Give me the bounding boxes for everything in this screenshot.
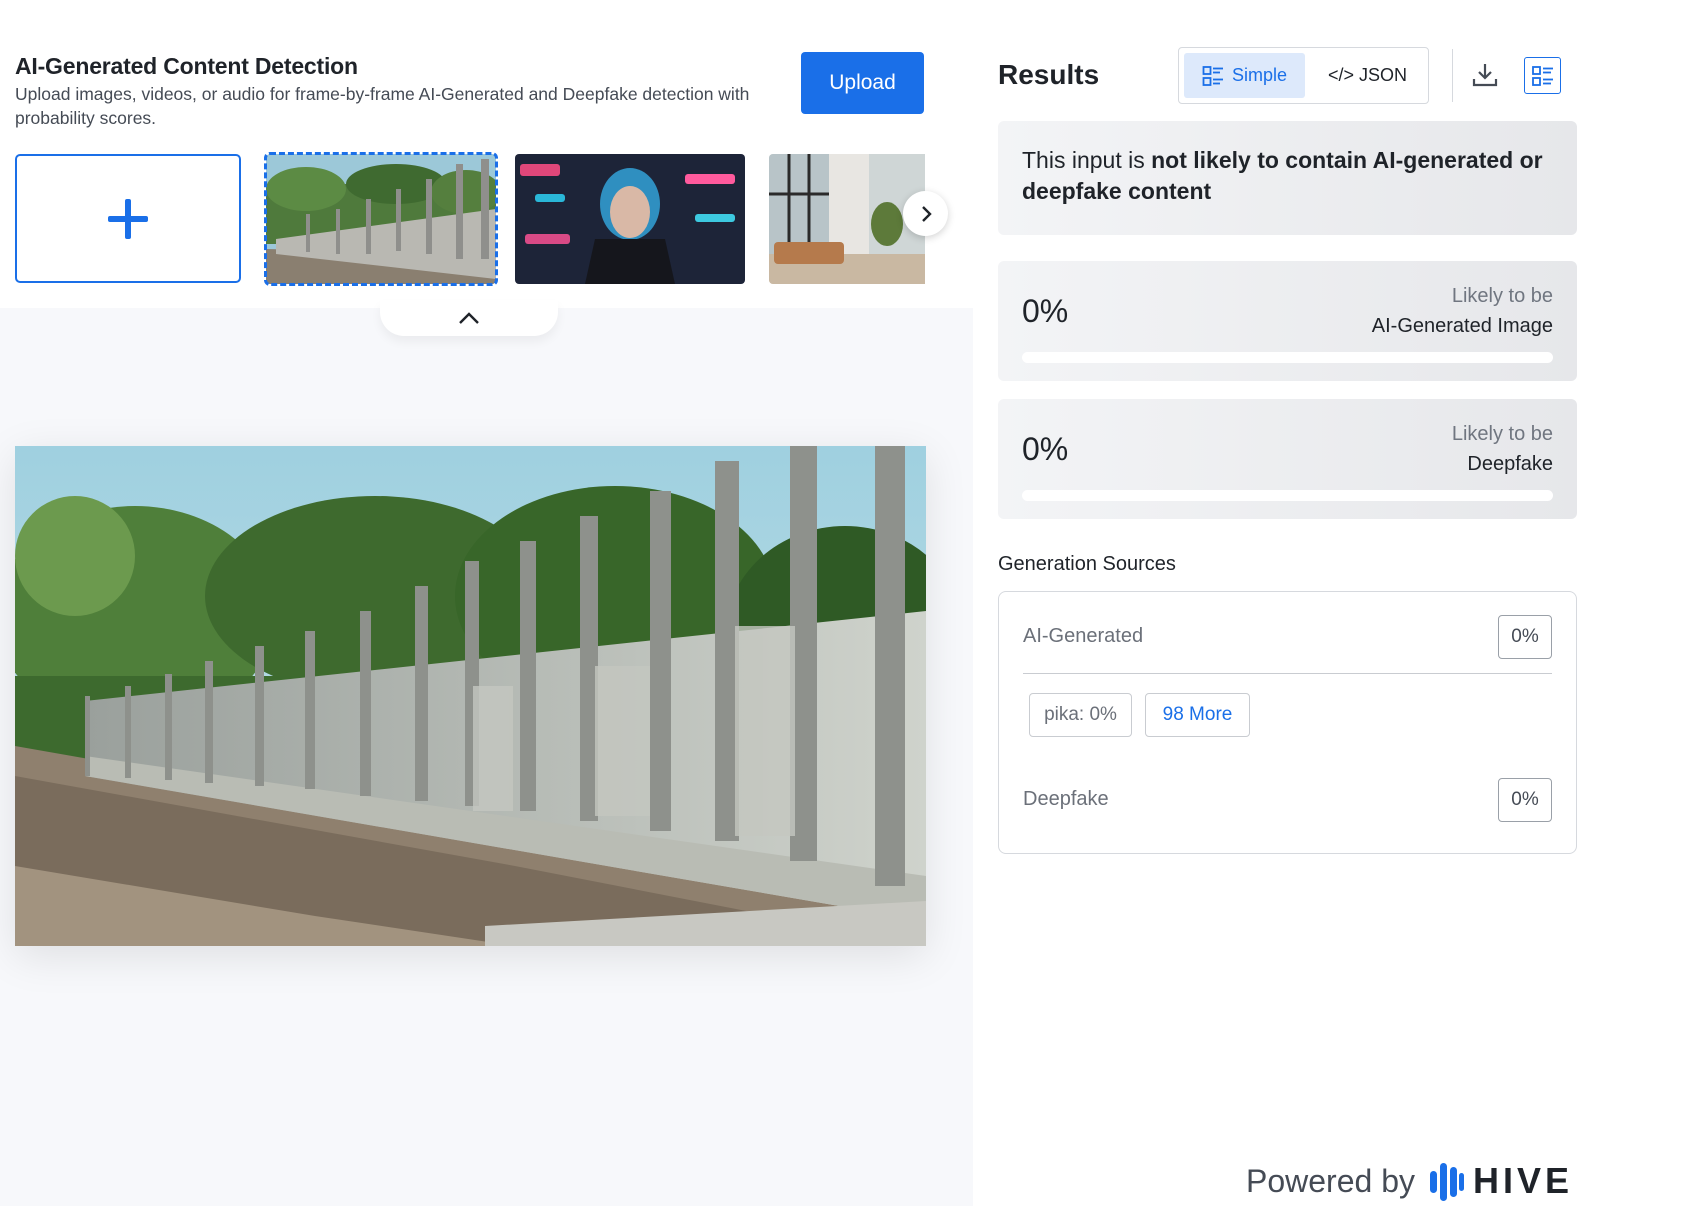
collapse-strip-button[interactable] — [380, 300, 558, 336]
media-preview — [15, 446, 926, 946]
fence-thumbnail-image — [266, 154, 496, 284]
more-sources-chip[interactable]: 98 More — [1145, 693, 1250, 737]
page-title: AI-Generated Content Detection — [15, 53, 358, 79]
ai-generated-score-label: Likely to be AI-Generated Image — [1372, 281, 1553, 341]
plus-icon — [108, 198, 148, 239]
view-mode-toggle: Simple </> JSON — [1178, 47, 1429, 104]
deepfake-label-top: Likely to be — [1451, 423, 1553, 445]
hive-logo[interactable]: HIVE — [1429, 1160, 1573, 1202]
deepfake-score-value: 0% — [1022, 431, 1069, 467]
source-chip-pika[interactable]: pika: 0% — [1029, 693, 1132, 737]
page-subtitle: Upload images, videos, or audio for fram… — [15, 84, 750, 128]
list-icon — [1202, 65, 1223, 86]
verdict-prefix: This input is — [1022, 147, 1152, 173]
deepfake-label-bottom: Deepfake — [1467, 453, 1553, 475]
deepfake-score-card: 0% Likely to be Deepfake — [998, 399, 1577, 519]
thumbnail-living-room[interactable] — [769, 154, 925, 284]
download-icon — [1472, 64, 1498, 87]
living-room-thumbnail-image — [769, 154, 925, 284]
view-json-label: </> JSON — [1327, 65, 1408, 85]
deepfake-score-label: Likely to be Deepfake — [1452, 419, 1553, 479]
ai-generated-source-label: AI-Generated — [1023, 625, 1144, 647]
layout-toggle-button[interactable] — [1524, 57, 1561, 94]
view-simple-label: Simple — [1231, 65, 1288, 85]
toolbar-divider — [1452, 49, 1453, 102]
ai-generated-source-value: 0% — [1498, 615, 1552, 659]
thumbnail-strip — [15, 152, 925, 286]
ai-generated-label-bottom: AI-Generated Image — [1371, 315, 1553, 337]
deepfake-progress-track — [1022, 490, 1553, 501]
hive-logo-icon — [1429, 1163, 1464, 1201]
ai-generated-progress-track — [1022, 352, 1553, 363]
upload-button[interactable]: Upload — [801, 52, 924, 114]
generation-divider — [1023, 673, 1552, 674]
deepfake-source-label: Deepfake — [1023, 788, 1109, 810]
left-pane: AI-Generated Content Detection Upload im… — [0, 0, 973, 1206]
hive-wordmark: HIVE — [1472, 1160, 1574, 1201]
results-title: Results — [998, 59, 1100, 90]
thumbnail-next-button[interactable] — [903, 191, 948, 236]
ai-generated-label-top: Likely to be — [1451, 285, 1553, 307]
view-json-button[interactable]: </> JSON — [1311, 53, 1424, 98]
layout-icon — [1531, 65, 1553, 86]
powered-by-text: Powered by — [1246, 1162, 1415, 1199]
deepfake-source-value: 0% — [1498, 778, 1552, 822]
download-button[interactable] — [1470, 57, 1500, 93]
powered-by-footer: Powered by HIVE — [1246, 1160, 1573, 1202]
thumbnail-fence[interactable] — [264, 152, 498, 286]
thumbnail-cyberpunk[interactable] — [515, 154, 745, 284]
generation-sources-title: Generation Sources — [998, 553, 1176, 575]
chevron-up-icon — [459, 312, 479, 324]
cyberpunk-thumbnail-image — [515, 154, 745, 284]
generation-sources-box: AI-Generated 0% pika: 0% 98 More Deepfak… — [998, 591, 1577, 854]
upload-header: AI-Generated Content Detection Upload im… — [0, 0, 973, 308]
verdict-card: This input is not likely to contain AI-g… — [998, 121, 1577, 235]
add-media-tile[interactable] — [15, 154, 241, 283]
chevron-right-icon — [921, 205, 932, 222]
view-simple-button[interactable]: Simple — [1184, 53, 1305, 98]
fence-preview-image — [15, 446, 926, 946]
ai-generated-score-value: 0% — [1022, 293, 1069, 329]
ai-generated-score-card: 0% Likely to be AI-Generated Image — [998, 261, 1577, 381]
